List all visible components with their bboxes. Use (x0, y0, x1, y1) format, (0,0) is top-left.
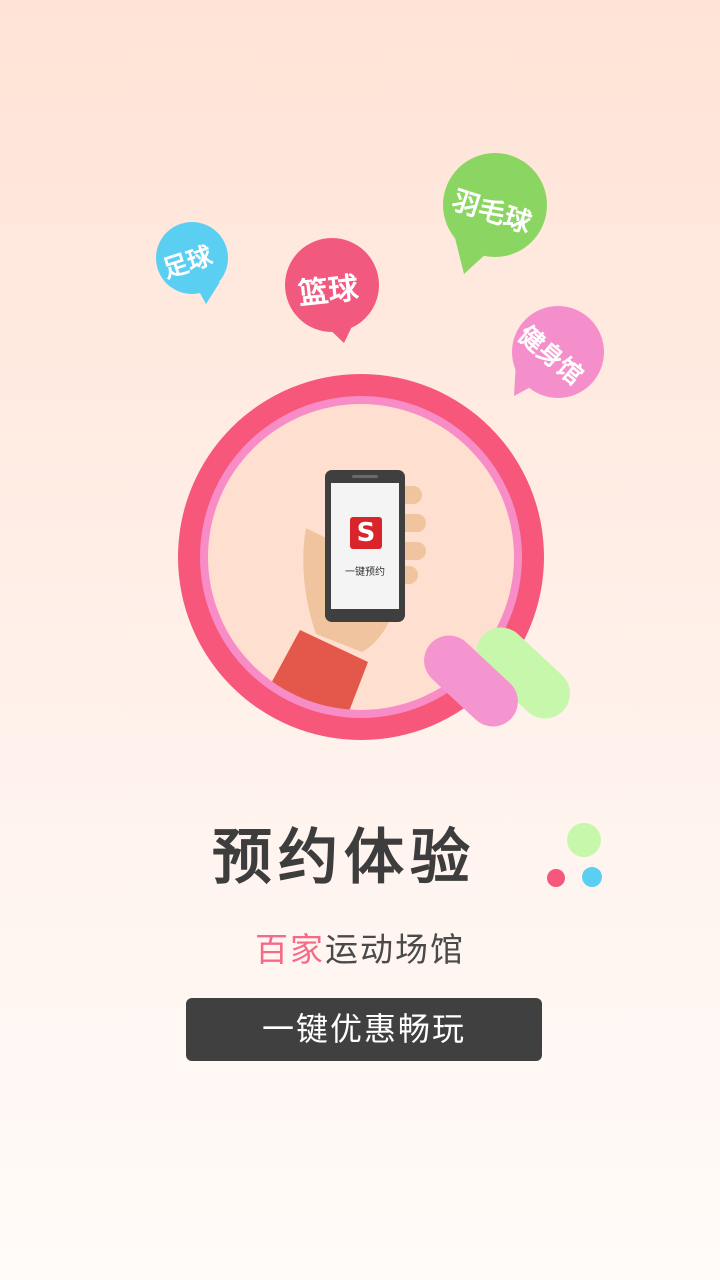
dot-blue (582, 867, 602, 887)
dot-green (567, 823, 601, 857)
basketball-bubble-label: 篮球 (296, 270, 361, 313)
subline-highlight: 百家 (255, 930, 325, 969)
app-logo-icon: S (356, 518, 376, 548)
decorative-dots (547, 823, 602, 887)
cta-button[interactable]: 一键优惠畅玩 (186, 998, 542, 1061)
subline-rest: 运动场馆 (325, 930, 465, 969)
phone-app-label: 一键预约 (345, 567, 385, 578)
subline: 百家运动场馆 (0, 925, 720, 975)
bubbles-illustration (156, 153, 604, 740)
dot-pink (547, 869, 565, 887)
headline-row: 预约体验 (0, 818, 720, 898)
headline-title: 预约体验 (212, 823, 476, 893)
